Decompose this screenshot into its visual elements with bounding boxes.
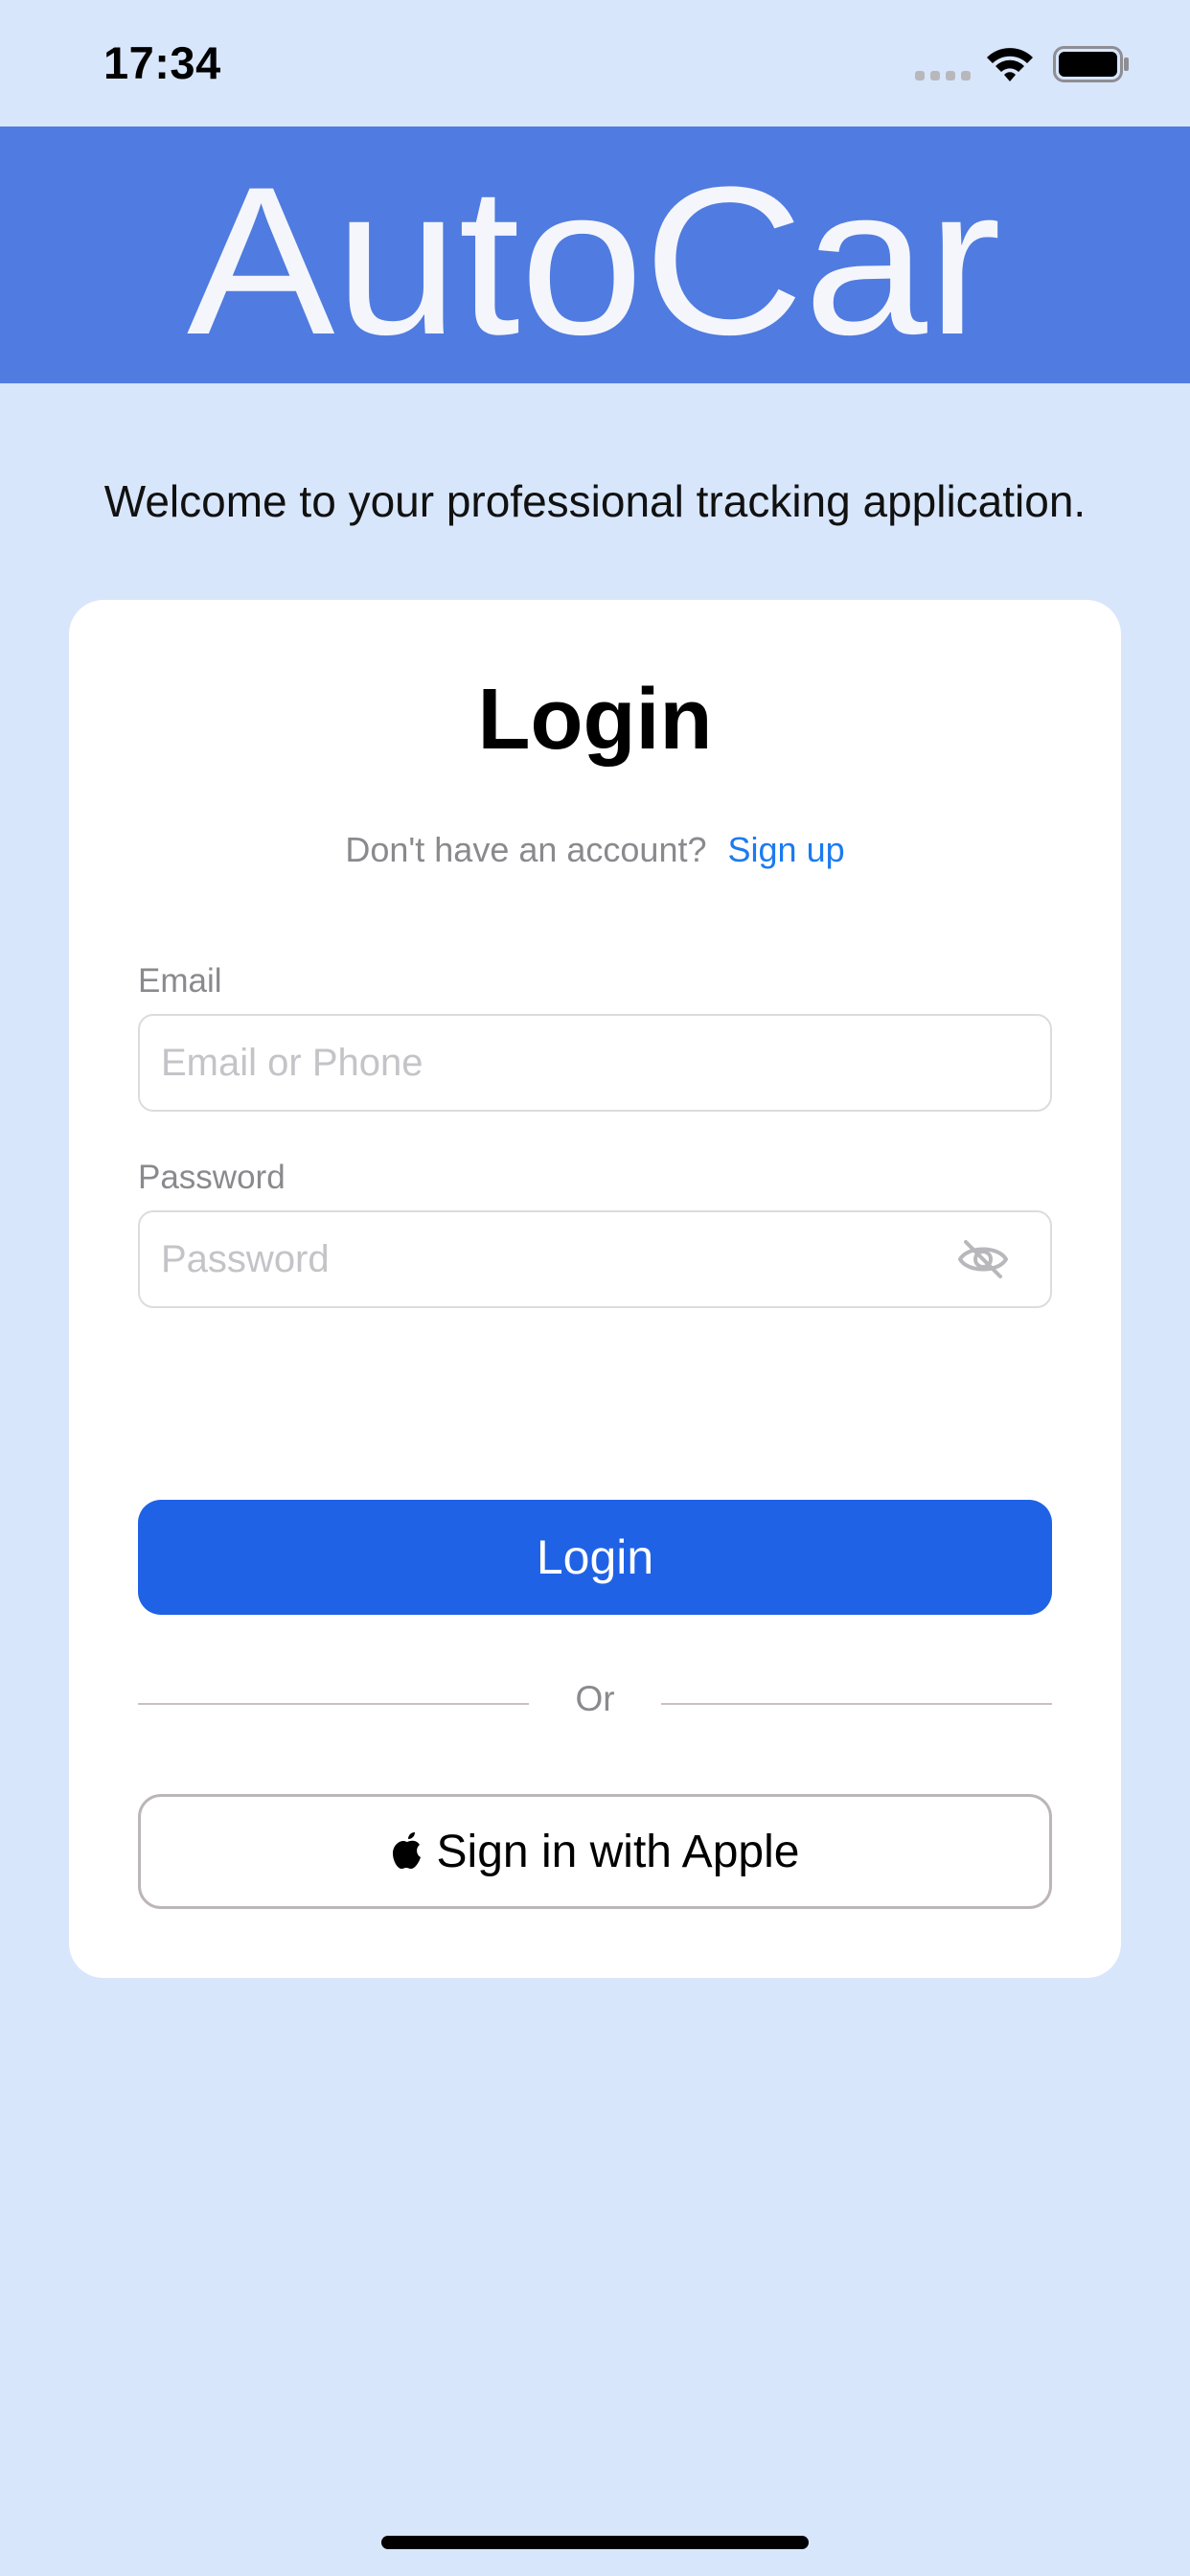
cellular-signal-icon (915, 71, 971, 80)
home-indicator (381, 2536, 809, 2549)
status-time: 17:34 (103, 37, 221, 88)
login-title: Login (477, 672, 713, 768)
password-input[interactable] (138, 1210, 1052, 1308)
email-input[interactable] (138, 1014, 1052, 1112)
signup-prompt: Don't have an account? (345, 830, 707, 869)
apple-button-label: Sign in with Apple (436, 1826, 800, 1877)
signup-link[interactable]: Sign up (728, 830, 845, 869)
wifi-icon (987, 48, 1033, 81)
autocar-logo: AutoCar (187, 182, 1001, 355)
eye-slash-icon[interactable] (956, 1236, 1010, 1282)
status-bar: 17:34 (0, 0, 1190, 126)
apple-logo-icon (392, 1832, 421, 1869)
signup-row: Don't have an account? Sign up (0, 830, 1190, 870)
divider-right (661, 1703, 1052, 1705)
email-label: Email (138, 962, 222, 1000)
password-label: Password (138, 1159, 286, 1196)
login-button[interactable]: Login (138, 1500, 1052, 1615)
battery-icon (1053, 46, 1129, 82)
svg-text:AutoCar: AutoCar (187, 182, 1001, 355)
welcome-text: Welcome to your professional tracking ap… (103, 476, 1087, 526)
sign-in-with-apple-button[interactable]: Sign in with Apple (138, 1794, 1052, 1909)
divider-or: Or (575, 1679, 615, 1718)
